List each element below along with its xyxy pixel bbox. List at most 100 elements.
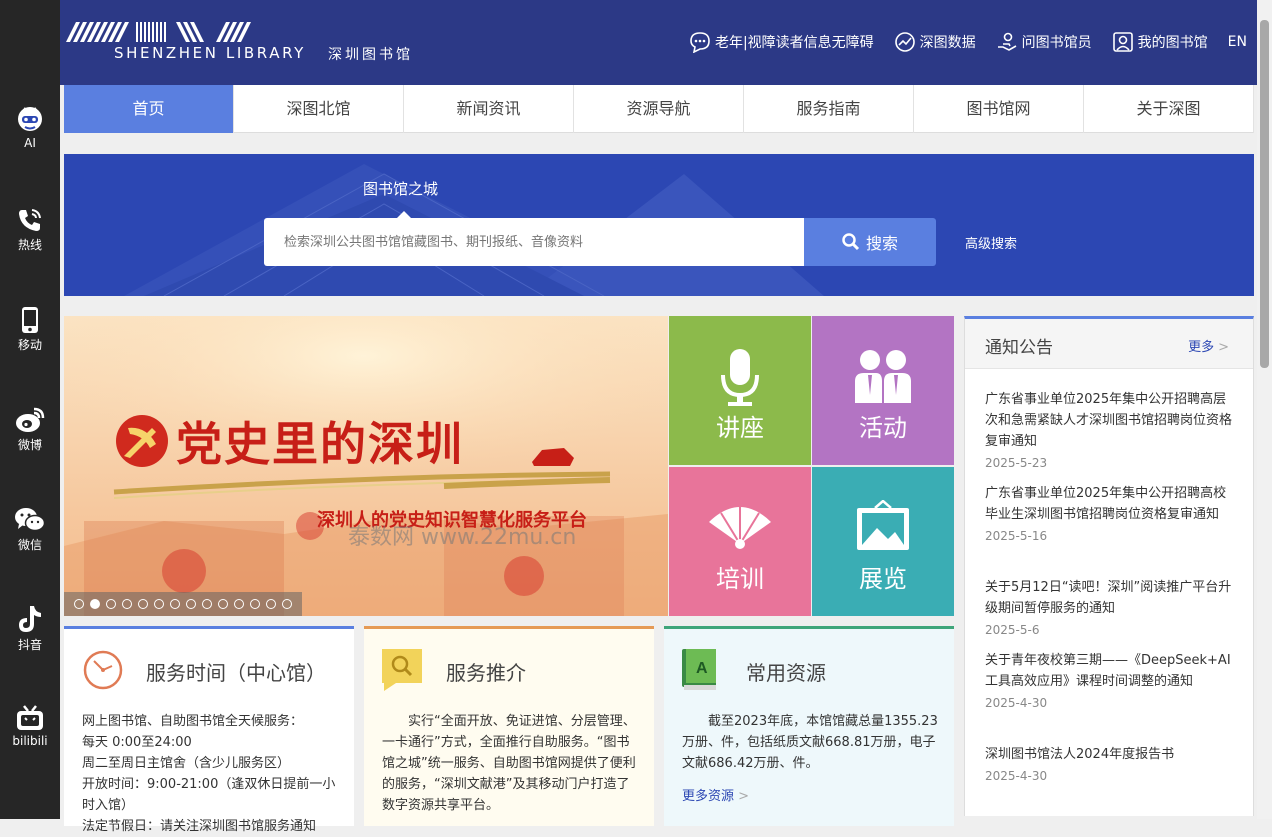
weibo-icon [16,407,45,432]
service-promo-card: 服务推介 实行“全面开放、免证进馆、分层管理、一卡通行”方式，全面推行自助服务。… [364,626,654,826]
bilibili-icon [17,705,43,730]
nav-home[interactable]: 首页 [64,85,234,133]
people-icon [855,350,911,403]
tile-exhibitions[interactable]: 展览 [812,467,954,616]
sidebar-label: AI [24,136,36,150]
logo-english: SHENZHEN LIBRARY [114,44,306,62]
slide-indicators [64,592,302,616]
notice-item[interactable]: 关于青年夜校第三期——《DeepSeek+AI工具高效应用》课程时间调整的通知 2… [985,650,1237,710]
sidebar-label: 微博 [17,438,42,452]
sidebar-label: 移动 [17,338,42,352]
logo-stripes-icon [66,22,251,42]
slide-dot[interactable] [138,599,148,609]
slide-dot[interactable] [74,599,84,609]
accessibility-link[interactable]: 老年|视障读者信息无障碍 [689,31,874,53]
language-switch[interactable]: EN [1228,34,1247,50]
watermark: 泰数网 www.22mu.cn [348,525,577,550]
sidebar-label: 抖音 [17,638,42,652]
tile-training[interactable]: 培训 [669,467,811,616]
tile-lectures[interactable]: 讲座 [669,316,811,465]
slide-dot[interactable] [218,599,228,609]
card-body: 网上图书馆、自助图书馆全天候服务： 每天 0:00至24:00 周二至周日主馆舍… [82,714,336,834]
slide-dot[interactable] [266,599,276,609]
magnifier-tag-icon [382,649,422,691]
notice-item[interactable]: 广东省事业单位2025年集中公开招聘高层次和急需紧缺人才深圳图书馆招聘岗位资格复… [985,389,1237,470]
slide-dot[interactable] [90,599,100,609]
notice-header: 通知公告 更多 > [965,319,1253,369]
picture-frame-icon [857,500,909,550]
sidebar-item-weibo[interactable]: 微博 [0,406,60,466]
slide-dot[interactable] [250,599,260,609]
scrollbar-thumb[interactable] [1260,20,1269,368]
promo-banner[interactable]: 党史里的深圳 深圳人的党史知识智慧化服务平台 泰数网 www.22mu.cn [64,316,668,616]
page-scrollbar[interactable] [1257,0,1272,819]
nav-north-branch[interactable]: 深图北馆 [234,85,404,133]
tile-activities[interactable]: 活动 [812,316,954,465]
hand-help-icon [997,32,1017,51]
clock-icon [83,650,123,690]
social-sidebar: AI 热线 移动 微博 微信 抖音 bilibili [0,0,60,819]
search-input[interactable] [264,218,804,266]
sidebar-item-ai[interactable]: AI [0,104,60,164]
microphone-icon [721,349,759,406]
sidebar-label: 热线 [17,238,42,252]
sidebar-item-hotline[interactable]: 热线 [0,206,60,266]
phone-icon [19,209,41,231]
site-header: SHENZHEN LIBRARY 深圳图书馆 老年|视障读者信息无障碍 深图数据… [60,0,1257,85]
book-icon: A [682,649,716,690]
logo-chinese: 深圳图书馆 [328,47,413,63]
sidebar-label: 微信 [17,538,42,552]
sidebar-item-wechat[interactable]: 微信 [0,506,60,566]
robot-icon [18,107,42,131]
sidebar-item-douyin[interactable]: 抖音 [0,604,60,664]
notice-item[interactable]: 深圳图书馆法人2024年度报告书 2025-4-30 [985,744,1237,783]
nav-about[interactable]: 关于深图 [1084,85,1254,133]
slide-dot[interactable] [106,599,116,609]
search-button[interactable]: 搜索 [804,218,936,266]
slide-dot[interactable] [170,599,180,609]
wechat-icon [15,508,46,532]
site-logo[interactable]: SHENZHEN LIBRARY 深圳图书馆 [66,22,410,63]
notice-board: 通知公告 更多 > 广东省事业单位2025年集中公开招聘高层次和急需紧缺人才深圳图… [964,316,1254,816]
chart-gauge-icon [894,32,915,52]
chevron-right-icon: > [738,789,750,804]
sidebar-label: bilibili [12,734,48,748]
fan-icon [709,506,771,549]
notice-item[interactable]: 广东省事业单位2025年集中公开招聘高校毕业生深圳图书馆招聘岗位资格复审通知 20… [985,483,1237,543]
slide-dot[interactable] [154,599,164,609]
card-title: 服务推介 [446,661,526,685]
search-scope-label[interactable]: 图书馆之城 [363,178,438,199]
slide-dot[interactable] [234,599,244,609]
advanced-search-link[interactable]: 高级搜索 [965,233,1017,252]
user-profile-icon [1112,32,1133,52]
ask-librarian-link[interactable]: 问图书馆员 [996,31,1092,53]
nav-resources[interactable]: 资源导航 [574,85,744,133]
douyin-icon [19,606,41,632]
chevron-right-icon: > [1218,340,1229,355]
card-title: 服务时间（中心馆） [146,661,326,685]
card-body: 实行“全面开放、免证进馆、分层管理、一卡通行”方式，全面推行自助服务。“图书馆之… [382,714,636,813]
common-resources-card: A 常用资源 截至2023年底，本馆馆藏总量1355.23万册、件，包括纸质文献… [664,626,954,826]
top-links: 老年|视障读者信息无障碍 深图数据 问图书馆员 我的图书馆 EN [689,30,1257,54]
notice-item[interactable]: 关于5月12日“读吧！深圳”阅读推广平台升级期间暂停服务的通知 2025-5-6 [985,577,1237,637]
nav-news[interactable]: 新闻资讯 [404,85,574,133]
slide-dot[interactable] [202,599,212,609]
search-icon [842,233,860,251]
search-band: 图书馆之城 搜索 高级搜索 [64,154,1254,296]
slide-dot[interactable] [122,599,132,609]
card-title: 常用资源 [746,661,826,685]
slide-dot[interactable] [186,599,196,609]
chat-bubble-icon [690,32,710,53]
main-nav: 首页 深图北馆 新闻资讯 资源导航 服务指南 图书馆网 关于深图 [64,85,1254,133]
nav-library-network[interactable]: 图书馆网 [914,85,1084,133]
sidebar-item-bilibili[interactable]: bilibili [0,704,60,764]
banner-title: 党史里的深圳 [176,417,464,471]
sidebar-item-mobile[interactable]: 移动 [0,306,60,366]
my-library-link[interactable]: 我的图书馆 [1112,31,1208,53]
notice-more-link[interactable]: 更多 > [1188,336,1229,355]
nav-service-guide[interactable]: 服务指南 [744,85,914,133]
more-resources-link[interactable]: 更多资源 > [682,785,749,804]
slide-dot[interactable] [282,599,292,609]
service-hours-card: 服务时间（中心馆） 网上图书馆、自助图书馆全天候服务： 每天 0:00至24:0… [64,626,354,834]
library-data-link[interactable]: 深图数据 [894,31,976,53]
